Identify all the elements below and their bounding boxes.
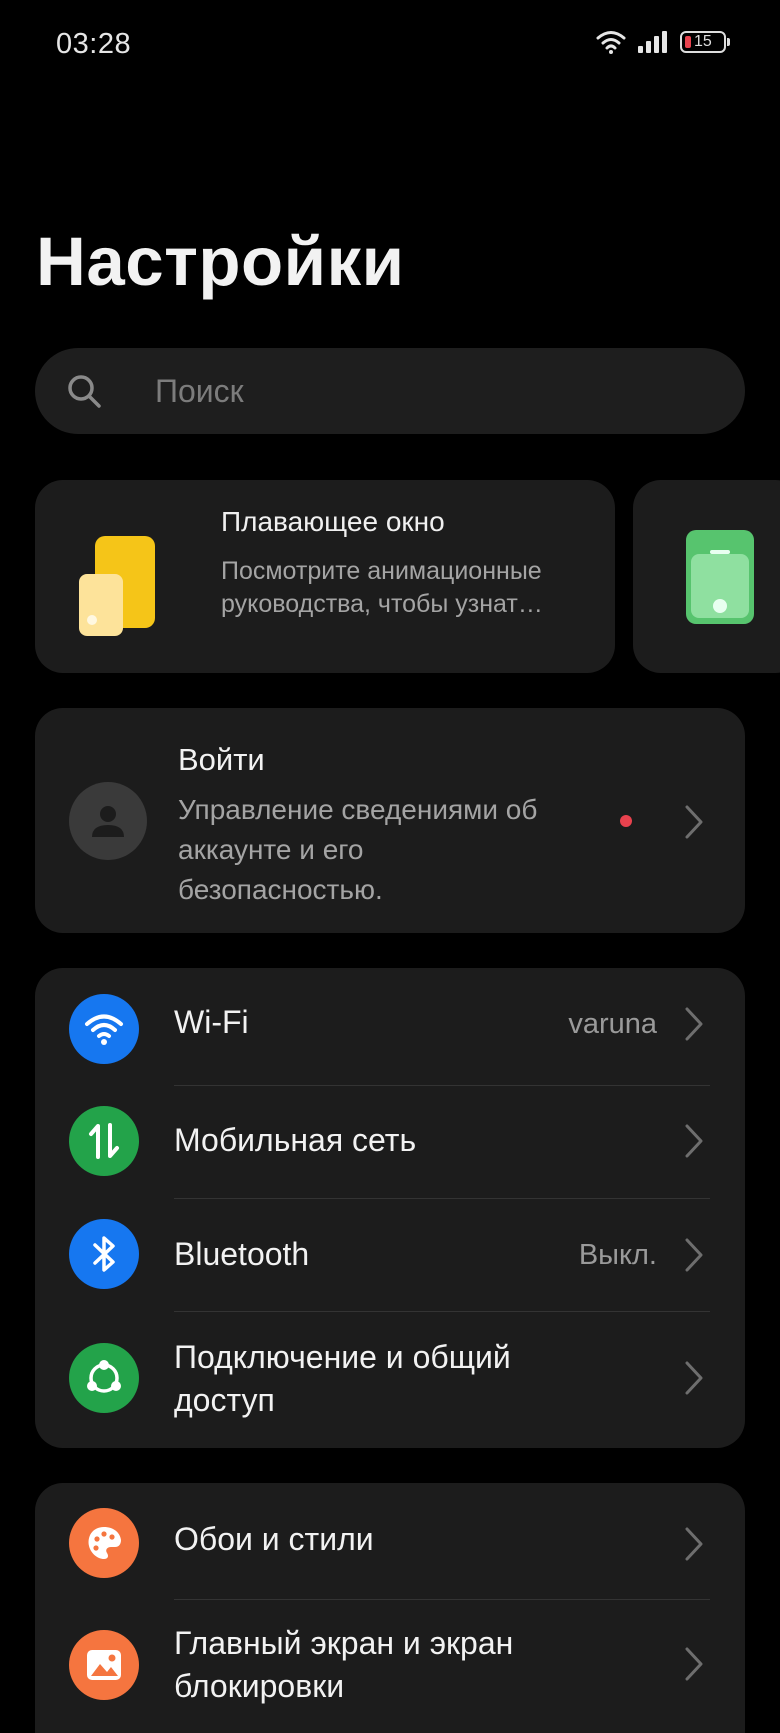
- wifi-label: Wi-Fi: [174, 1004, 249, 1040]
- chevron-right-icon: [685, 1007, 703, 1041]
- connection-sharing-label: Подключение и общий доступ: [174, 1339, 511, 1418]
- chevron-right-icon: [685, 1238, 703, 1272]
- page-title: Настройки: [36, 223, 405, 300]
- status-time: 03:28: [56, 28, 132, 60]
- promo-title: Плавающее окно: [221, 506, 445, 537]
- promo-description: Посмотрите анимационные руководства, что…: [221, 557, 543, 618]
- connectivity-group: Wi-Fi varuna Мобильная сеть Bluetooth Вы…: [35, 968, 745, 1448]
- bluetooth-icon: [69, 1219, 139, 1289]
- image-icon: [69, 1630, 139, 1700]
- account-description: Управление сведениями об аккаунте и его …: [178, 794, 538, 905]
- settings-row-home-lock-screen[interactable]: Главный экран и экран блокировки: [35, 1600, 745, 1730]
- wifi-icon: [69, 994, 139, 1064]
- wallpapers-label: Обои и стили: [174, 1521, 374, 1557]
- chevron-right-icon: [685, 1527, 703, 1561]
- avatar: [69, 782, 147, 860]
- search-icon: [68, 375, 101, 408]
- signal-icon: [638, 31, 667, 53]
- wifi-network-name: varuna: [568, 1008, 657, 1040]
- search-input[interactable]: Поиск: [155, 348, 244, 434]
- settings-row-mobile-network[interactable]: Мобильная сеть: [35, 1086, 745, 1198]
- palette-icon: [69, 1508, 139, 1578]
- search-bar[interactable]: Поиск: [35, 348, 745, 434]
- split-screen-icon: [686, 530, 754, 624]
- chevron-right-icon: [685, 1124, 703, 1158]
- personalization-group: Обои и стили Главный экран и экран блоки…: [35, 1483, 745, 1733]
- settings-row-connection-sharing[interactable]: Подключение и общий доступ: [35, 1312, 745, 1448]
- status-icons: 15: [596, 30, 730, 54]
- account-card[interactable]: Войти Управление сведениями об аккаунте …: [35, 708, 745, 933]
- bluetooth-status: Выкл.: [578, 1239, 657, 1271]
- settings-row-wifi[interactable]: Wi-Fi varuna: [35, 968, 745, 1080]
- wifi-icon: [596, 31, 626, 54]
- next-promo-card[interactable]: [633, 480, 780, 673]
- account-title: Войти: [178, 742, 265, 777]
- battery-level: 15: [694, 33, 712, 50]
- notification-dot: [620, 815, 632, 827]
- bluetooth-label: Bluetooth: [174, 1236, 310, 1272]
- status-bar: 03:28 15: [0, 0, 780, 90]
- share-icon: [69, 1343, 139, 1413]
- chevron-right-icon: [685, 1647, 703, 1681]
- chevron-right-icon: [685, 1361, 703, 1395]
- floating-window-icon: [79, 536, 155, 636]
- user-icon: [92, 806, 124, 837]
- home-lock-screen-label: Главный экран и экран блокировки: [174, 1625, 514, 1704]
- battery-fill: [685, 36, 691, 48]
- battery-icon: 15: [680, 31, 730, 53]
- settings-row-wallpapers[interactable]: Обои и стили: [35, 1483, 745, 1597]
- settings-row-bluetooth[interactable]: Bluetooth Выкл.: [35, 1199, 745, 1311]
- mobile-network-label: Мобильная сеть: [174, 1122, 417, 1158]
- chevron-right-icon: [685, 805, 703, 839]
- mobile-data-icon: [69, 1106, 139, 1176]
